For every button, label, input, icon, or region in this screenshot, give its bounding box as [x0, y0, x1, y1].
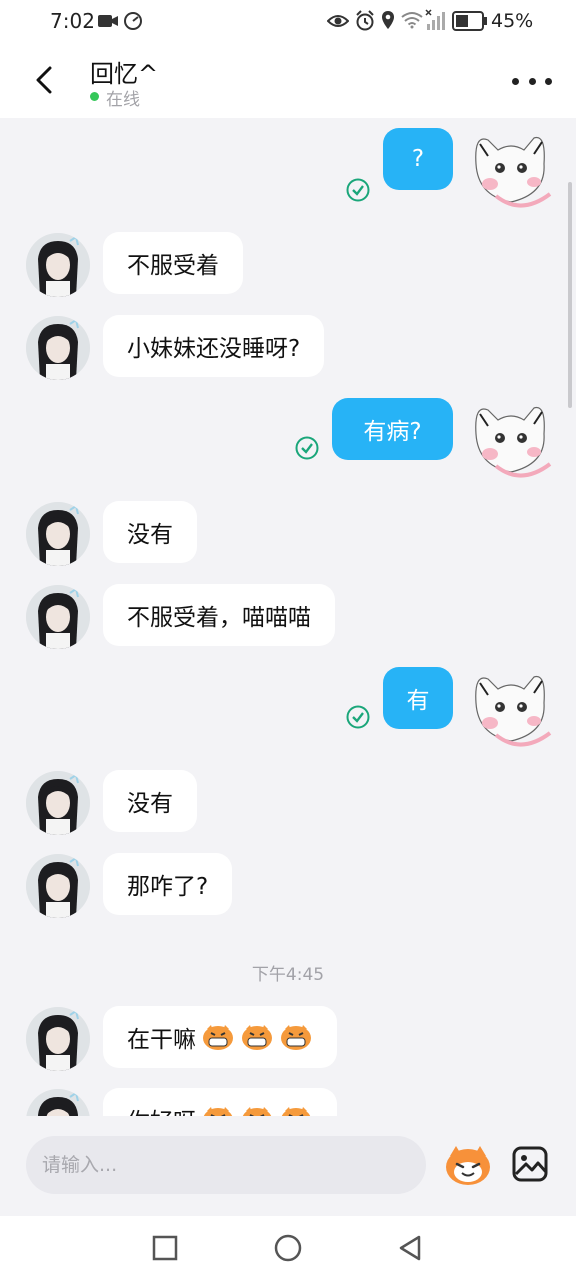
read-check-icon — [346, 705, 370, 729]
message-bubble-incoming[interactable]: 在干嘛 — [103, 1006, 337, 1068]
online-status-text: 在线 — [106, 90, 140, 110]
tiger-face-emoji-icon — [203, 1025, 233, 1050]
read-check-icon — [346, 178, 370, 202]
circle-icon — [274, 1234, 302, 1262]
square-icon — [152, 1235, 178, 1261]
message-timestamp: 下午4:45 — [251, 965, 325, 985]
message-row-outgoing: 有 — [0, 667, 576, 759]
message-row-incoming: 不服受着，喵喵喵 — [0, 584, 576, 650]
contact-avatar-image — [26, 771, 90, 835]
sticker-emoji-button[interactable] — [442, 1142, 494, 1188]
chat-messages-area[interactable]: ? 不服受着 小妹妹还没睡呀? 有病? 没有 不服受着，喵喵喵 有 没有 那咋了… — [0, 118, 576, 1116]
back-nav-button[interactable] — [394, 1232, 426, 1264]
tiger-face-emoji-icon — [281, 1107, 311, 1116]
message-bubble-incoming[interactable]: 那咋了? — [103, 853, 233, 915]
contact-avatar[interactable] — [26, 771, 90, 835]
battery-icon — [452, 11, 487, 31]
message-bubble-incoming[interactable]: 小妹妹还没睡呀? — [103, 315, 325, 377]
message-text: 你好呀 — [127, 1102, 196, 1116]
home-button[interactable] — [272, 1232, 304, 1264]
location-icon — [382, 11, 394, 29]
self-avatar-anime-cat-girl[interactable] — [466, 124, 556, 214]
message-bubble-outgoing[interactable]: 有 — [383, 667, 453, 729]
tiger-face-emoji-icon — [281, 1025, 311, 1050]
contact-avatar-image — [26, 854, 90, 918]
more-options-button[interactable] — [512, 70, 552, 92]
image-picker-icon[interactable] — [512, 1146, 548, 1182]
message-input-bar — [0, 1116, 576, 1216]
contact-avatar-image — [26, 1089, 90, 1116]
message-row-outgoing: ? — [0, 128, 576, 220]
contact-avatar-image — [26, 585, 90, 649]
chat-header: 回忆^ 在线 — [0, 44, 576, 118]
message-row-incoming: 那咋了? — [0, 853, 576, 919]
system-navigation-bar — [0, 1216, 576, 1280]
wifi-icon — [401, 12, 423, 29]
online-status-dot — [90, 92, 99, 101]
message-bubble-incoming[interactable]: 没有 — [103, 770, 197, 832]
message-row-incoming: 小妹妹还没睡呀? — [0, 315, 576, 381]
self-avatar-anime-cat-girl[interactable] — [466, 394, 556, 484]
contact-name[interactable]: 回忆^ — [90, 54, 158, 89]
message-bubble-incoming[interactable]: 你好呀 — [103, 1088, 337, 1116]
message-row-outgoing: 有病? — [0, 398, 576, 490]
message-bubble-outgoing[interactable]: 有病? — [332, 398, 453, 460]
message-bubble-incoming[interactable]: 没有 — [103, 501, 197, 563]
recent-apps-button[interactable] — [149, 1232, 181, 1264]
signal-icon — [425, 9, 445, 30]
battery-percent: 45% — [491, 10, 534, 32]
speedometer-icon — [124, 12, 142, 30]
message-row-incoming: 没有 — [0, 770, 576, 836]
message-bubble-incoming[interactable]: 不服受着 — [103, 232, 243, 294]
dot-icon — [512, 77, 519, 85]
read-check-icon — [295, 436, 319, 460]
contact-avatar[interactable] — [26, 1007, 90, 1071]
message-row-incoming: 没有 — [0, 501, 576, 567]
message-text: 在干嘛 — [127, 1027, 196, 1053]
message-row-incoming: 在干嘛 — [0, 1006, 576, 1072]
message-row-incoming: 不服受着 — [0, 232, 576, 298]
contact-avatar[interactable] — [26, 502, 90, 566]
status-bar: 7:02 45% — [0, 0, 576, 44]
contact-avatar[interactable] — [26, 233, 90, 297]
self-avatar-anime-cat-girl[interactable] — [466, 663, 556, 753]
chevron-left-icon — [36, 66, 52, 94]
contact-avatar[interactable] — [26, 854, 90, 918]
status-time: 7:02 — [50, 9, 95, 33]
contact-avatar-image — [26, 233, 90, 297]
dot-icon — [545, 77, 552, 85]
message-input[interactable] — [26, 1136, 426, 1194]
tiger-face-emoji-icon — [203, 1107, 233, 1116]
tiger-face-emoji-icon — [242, 1107, 272, 1116]
dot-icon — [528, 77, 536, 85]
contact-avatar[interactable] — [26, 1089, 90, 1116]
message-row-incoming: 你好呀 — [0, 1088, 576, 1116]
video-camera-icon — [98, 15, 118, 27]
triangle-back-icon — [399, 1235, 421, 1261]
contact-avatar[interactable] — [26, 585, 90, 649]
contact-avatar-image — [26, 316, 90, 380]
eye-icon — [327, 15, 349, 27]
message-bubble-outgoing[interactable]: ? — [383, 128, 453, 190]
alarm-icon — [356, 10, 374, 31]
back-button[interactable] — [26, 60, 62, 100]
contact-avatar-image — [26, 502, 90, 566]
contact-avatar-image — [26, 1007, 90, 1071]
tiger-face-emoji-icon — [242, 1025, 272, 1050]
contact-avatar[interactable] — [26, 316, 90, 380]
message-bubble-incoming[interactable]: 不服受着，喵喵喵 — [103, 584, 335, 646]
